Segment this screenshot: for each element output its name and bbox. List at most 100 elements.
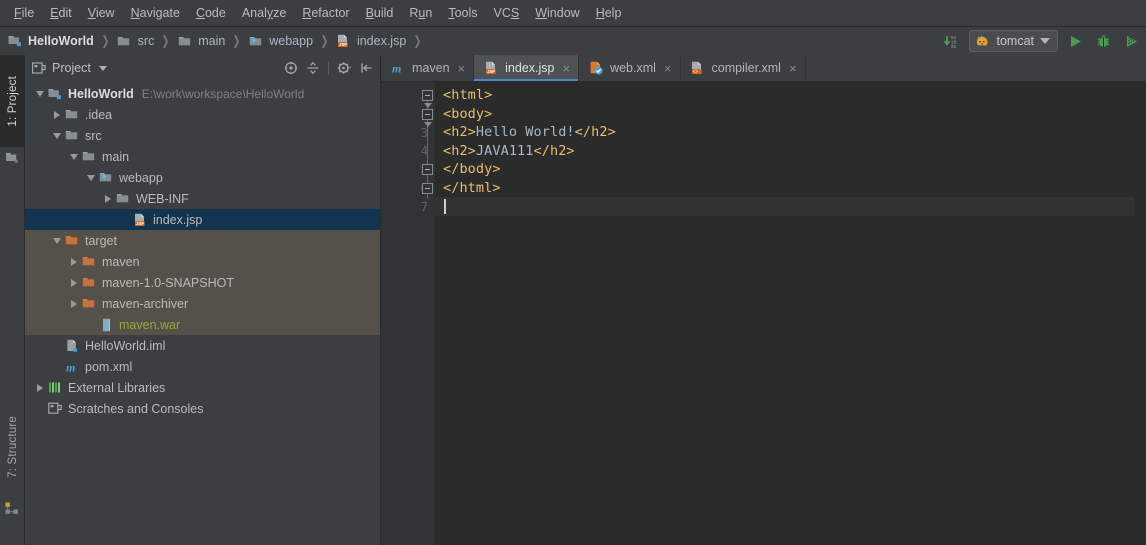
close-icon[interactable]: × [664,62,672,75]
tree-node-scratches-and-consoles[interactable]: Scratches and Consoles [25,398,380,419]
fold-collapse-icon[interactable] [422,90,433,101]
run-configuration-label: tomcat [996,34,1034,48]
run-configuration-selector[interactable]: tomcat [969,30,1058,52]
web-xml-icon [588,60,604,76]
code-line[interactable]: <html> [435,86,1134,105]
tree-toggle-right-icon[interactable] [101,192,115,206]
sidebar-tab-structure[interactable]: 7: Structure [0,395,25,499]
editor-tab-compiler-xml[interactable]: <> compiler.xml × [681,55,806,81]
breadcrumb-label: main [198,34,226,48]
fold-collapse-icon[interactable] [422,182,433,194]
project-tree[interactable]: HelloWorld E:\work\workspace\HelloWorld .i… [25,81,380,545]
close-icon[interactable]: × [458,62,466,75]
fold-collapse-icon[interactable] [422,108,433,120]
chevron-down-icon[interactable] [98,65,107,71]
debug-icon[interactable] [1093,31,1114,52]
menu-run[interactable]: Run [401,3,440,23]
menu-vcs[interactable]: VCS [486,3,528,23]
menu-code[interactable]: Code [188,3,234,23]
breadcrumb-item-src[interactable]: src [117,33,154,49]
editor-gutter[interactable]: 1234567 [381,82,435,545]
breadcrumb-separator-icon: ❯ [413,33,422,48]
run-with-coverage-icon[interactable] [1121,31,1142,52]
libraries-icon [47,380,63,396]
tree-toggle-down-icon[interactable] [67,150,81,164]
tree-node-maven-war[interactable]: maven.war [25,314,380,335]
breadcrumb-item-helloworld[interactable]: HelloWorld [7,33,94,49]
tree-toggle-down-icon[interactable] [50,129,64,143]
tree-node-helloworld-iml[interactable]: HelloWorld.iml [25,335,380,356]
fold-collapse-icon[interactable] [422,164,433,175]
code-line[interactable]: </html> [435,179,1134,198]
editor-tab-maven[interactable]: m maven × [381,55,475,81]
tree-toggle-down-icon[interactable] [33,87,47,101]
tree-node-maven[interactable]: maven [25,251,380,272]
code-folding-column[interactable] [421,86,435,545]
tree-node-pom-xml[interactable]: m pom.xml [25,356,380,377]
code-line[interactable]: </body> [435,160,1134,179]
tree-toggle-right-icon[interactable] [67,297,81,311]
tree-node-web-inf[interactable]: WEB-INF [25,188,380,209]
code-content[interactable]: <html> <body> <h2> Hello World! </h2> <h2> JAV… [435,82,1134,545]
tree-node-webapp[interactable]: webapp [25,167,380,188]
tree-node-src[interactable]: src [25,125,380,146]
tree-node-helloworld[interactable]: HelloWorld E:\work\workspace\HelloWorld [25,83,380,104]
editor-tab-web-xml[interactable]: web.xml × [579,55,681,81]
svg-text:JSP: JSP [136,222,144,227]
menu-edit[interactable]: Edit [42,3,80,23]
scroll-from-source-icon[interactable] [281,59,300,78]
code-token: <html> [443,87,493,104]
run-icon[interactable] [1065,31,1086,52]
project-panel-title: Project [52,61,91,75]
menu-view[interactable]: View [80,3,123,23]
collapse-all-icon[interactable] [303,59,322,78]
breadcrumb-item-main[interactable]: main [177,33,225,49]
project-tool-window: Project HelloWorld E:\work\workspace\Hel… [25,55,381,545]
code-editor[interactable]: 1234567 <html><body><h2>Hello World!</h2… [381,82,1146,545]
tree-toggle-right-icon[interactable] [67,276,81,290]
menu-help[interactable]: Help [588,3,630,23]
maven-file-icon: m [64,359,80,375]
sidebar-tab-web[interactable]: Web [0,541,25,545]
tree-toggle-down-icon[interactable] [84,171,98,185]
menu-tools[interactable]: Tools [440,3,485,23]
tree-node-maven-1-0-snapshot[interactable]: maven-1.0-SNAPSHOT [25,272,380,293]
settings-gear-icon[interactable] [335,59,354,78]
tree-node-maven-archiver[interactable]: maven-archiver [25,293,380,314]
tree-node-label: .idea [85,107,113,122]
close-icon[interactable]: × [789,62,797,75]
menu-analyze[interactable]: Analyze [234,3,294,23]
tree-node--idea[interactable]: .idea [25,104,380,125]
editor-tab-index-jsp[interactable]: JSP index.jsp × [474,55,580,81]
sidebar-tab-project[interactable]: 1: Project [0,55,25,147]
folder-icon [81,149,97,165]
fold-arrow-icon[interactable] [423,121,432,127]
hide-panel-icon[interactable] [357,59,376,78]
tree-toggle-down-icon[interactable] [50,234,64,248]
code-line[interactable]: <h2> Hello World! </h2> [435,123,1134,142]
menu-refactor[interactable]: Refactor [294,3,357,23]
code-line[interactable]: <h2> JAVA111 </h2> [435,142,1134,161]
menu-file[interactable]: File [6,3,42,23]
download-binary-icon[interactable]: 01 10 01 [941,31,962,52]
tree-node-main[interactable]: main [25,146,380,167]
editor-tab-bar: m maven × JSP index.jsp × web.xml × <> compiler.x… [381,55,1146,82]
fold-arrow-icon[interactable] [423,103,432,108]
menu-build[interactable]: Build [358,3,402,23]
code-line[interactable]: <body> [435,105,1134,124]
menu-window[interactable]: Window [527,3,587,23]
tree-node-index-jsp[interactable]: JSP index.jsp [25,209,380,230]
tree-toggle-right-icon[interactable] [50,108,64,122]
breadcrumb-item-webapp[interactable]: webapp [248,33,313,49]
tree-toggle-right-icon[interactable] [67,255,81,269]
tree-node-target[interactable]: target [25,230,380,251]
menu-navigate[interactable]: Navigate [123,3,188,23]
navigation-bar: HelloWorld ❯ src ❯ main ❯ webapp ❯ JSP index.jsp ❯… [0,27,1146,55]
close-icon[interactable]: × [562,62,570,75]
code-line[interactable] [435,197,1134,216]
tree-node-external-libraries[interactable]: External Libraries [25,377,380,398]
breadcrumb-item-index-jsp[interactable]: JSP index.jsp [336,33,406,49]
tree-toggle-right-icon[interactable] [33,381,47,395]
